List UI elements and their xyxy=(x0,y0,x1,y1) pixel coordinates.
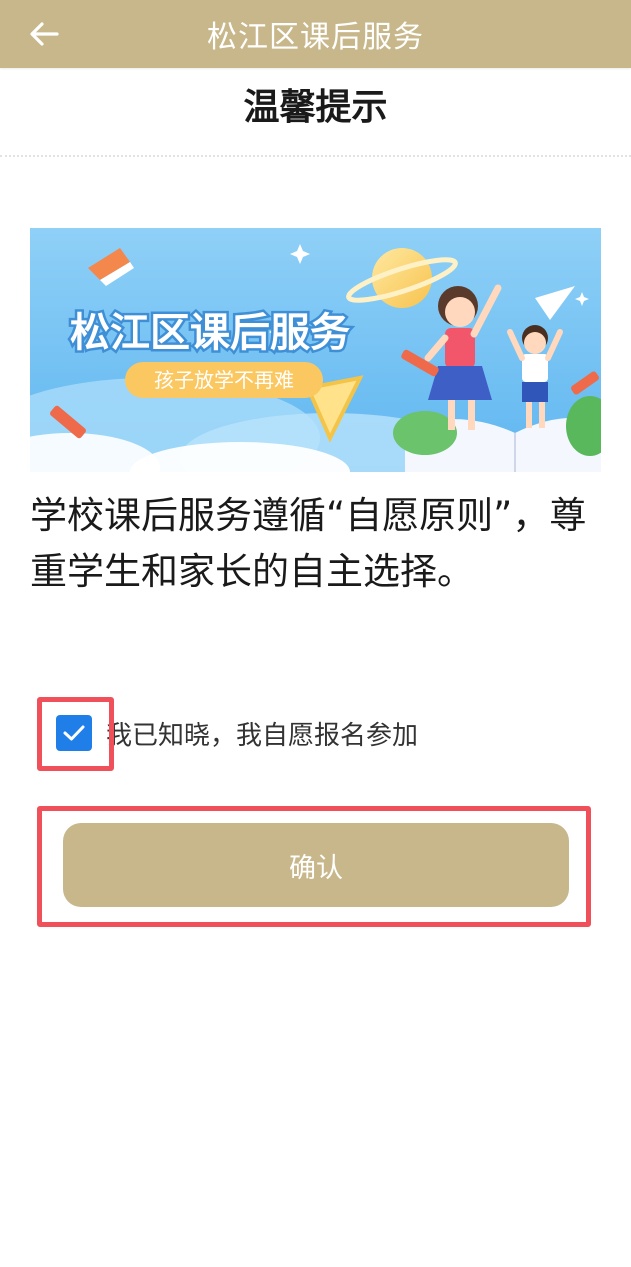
agreement-checkbox[interactable] xyxy=(56,715,92,751)
top-nav-bar: 松江区课后服务 xyxy=(0,0,631,68)
banner-slogan: 孩子放学不再难 xyxy=(154,369,294,392)
confirm-button[interactable]: 确认 xyxy=(63,823,569,907)
notice-content: 学校课后服务遵循“自愿原则”，尊重学生和家长的自主选择。 xyxy=(30,494,587,593)
back-button[interactable] xyxy=(22,12,66,56)
arrow-left-icon xyxy=(30,22,59,46)
divider xyxy=(0,155,631,157)
banner-title: 松江区课后服务 xyxy=(70,311,350,355)
agreement-row[interactable]: 我已知晓，我自愿报名参加 xyxy=(56,712,418,754)
notice-title: 温馨提示 xyxy=(243,87,388,128)
banner-image: 松江区课后服务 孩子放学不再难 xyxy=(30,228,601,472)
page-title: 松江区课后服务 xyxy=(207,20,424,55)
checkmark-icon xyxy=(63,725,85,741)
agreement-label: 我已知晓，我自愿报名参加 xyxy=(106,720,419,751)
